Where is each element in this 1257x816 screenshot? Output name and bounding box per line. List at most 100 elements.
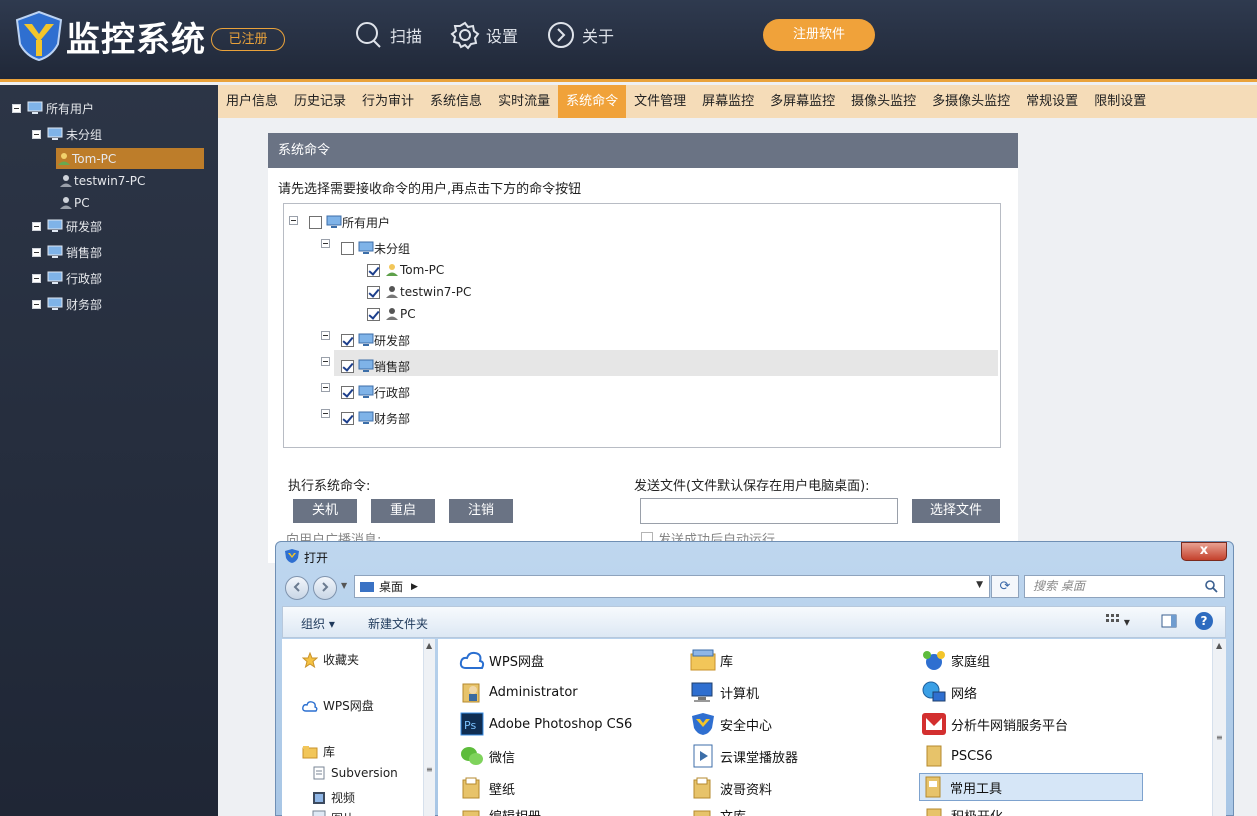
- about-button[interactable]: 关于: [546, 20, 614, 50]
- sidebar-group-admin[interactable]: 行政部: [32, 268, 102, 288]
- file-item-album[interactable]: 编辑相册: [459, 806, 541, 816]
- tab-restriction-settings[interactable]: 限制设置: [1086, 85, 1154, 118]
- scroll-grip-icon[interactable]: ≡: [426, 765, 433, 774]
- collapse-icon[interactable]: [12, 103, 21, 113]
- file-item-administrator[interactable]: Administrator: [459, 678, 578, 706]
- tree-finance-toggle[interactable]: [321, 403, 330, 423]
- nav-subversion[interactable]: Subversion: [312, 766, 398, 780]
- collapse-icon[interactable]: [321, 408, 330, 418]
- file-path-input[interactable]: [640, 498, 898, 524]
- sidebar-group-ungrouped[interactable]: 未分组: [32, 124, 102, 144]
- checkbox-rd[interactable]: [341, 333, 354, 347]
- file-scrollbar[interactable]: ▲ ≡: [1212, 639, 1226, 816]
- tab-system-command[interactable]: 系统命令: [558, 85, 627, 118]
- sidebar-root[interactable]: 所有用户: [12, 98, 94, 118]
- address-dropdown-icon[interactable]: ▼: [976, 580, 983, 590]
- address-bar[interactable]: 桌面 ▶ ▼: [354, 575, 990, 598]
- sidebar-user-pc[interactable]: PC: [58, 193, 90, 213]
- file-item-wallpaper[interactable]: 壁纸: [459, 774, 515, 802]
- file-item-photoshop[interactable]: Ps Adobe Photoshop CS6: [459, 710, 632, 738]
- sidebar-group-finance[interactable]: 财务部: [32, 294, 102, 314]
- checkbox-all-users[interactable]: [309, 215, 322, 229]
- tree-ungrouped-row[interactable]: 未分组: [341, 238, 410, 258]
- new-folder-button[interactable]: 新建文件夹: [368, 615, 428, 632]
- tree-admin-toggle[interactable]: [321, 377, 330, 397]
- tree-root[interactable]: [289, 210, 298, 230]
- back-button[interactable]: [285, 576, 309, 600]
- tree-user-testwin7-pc[interactable]: testwin7-PC: [367, 282, 471, 302]
- settings-button[interactable]: 设置: [450, 20, 518, 50]
- restart-button[interactable]: 重启: [371, 499, 435, 523]
- nav-favorites[interactable]: 收藏夹: [302, 651, 359, 668]
- collapse-icon[interactable]: [32, 247, 41, 257]
- shutdown-button[interactable]: 关机: [293, 499, 357, 523]
- organize-menu[interactable]: 组织 ▾: [301, 615, 335, 632]
- tab-system-info[interactable]: 系统信息: [422, 85, 490, 118]
- breadcrumb-chevron-icon[interactable]: ▶: [411, 582, 418, 592]
- scan-button[interactable]: 扫描: [354, 20, 422, 50]
- forward-button[interactable]: [313, 576, 337, 600]
- file-item-security-center[interactable]: 安全中心: [690, 710, 772, 738]
- nav-libraries[interactable]: 库: [302, 743, 335, 760]
- tab-multi-screen-monitor[interactable]: 多屏幕监控: [762, 85, 843, 118]
- tree-dept-admin[interactable]: 行政部: [341, 382, 410, 402]
- file-item-cloud-class-player[interactable]: 云课堂播放器: [690, 742, 798, 770]
- tree-ungrouped-toggle[interactable]: [321, 233, 330, 253]
- file-item-fenxiniu[interactable]: 分析牛网销服务平台: [921, 710, 1068, 738]
- tree-dept-rd[interactable]: 研发部: [341, 330, 410, 350]
- refresh-button[interactable]: ⟳: [991, 575, 1019, 598]
- nav-wps-cloud[interactable]: WPS网盘: [302, 697, 374, 714]
- checkbox-tom-pc[interactable]: [367, 263, 380, 277]
- tab-camera-monitor[interactable]: 摄像头监控: [843, 85, 924, 118]
- file-item-wps-cloud[interactable]: WPS网盘: [459, 646, 544, 674]
- collapse-icon[interactable]: [32, 221, 41, 231]
- file-item-jiji-kaihua[interactable]: 积极开化: [921, 806, 1003, 816]
- dialog-close-button[interactable]: x: [1181, 542, 1227, 561]
- collapse-icon[interactable]: [32, 129, 41, 139]
- tab-user-info[interactable]: 用户信息: [218, 85, 286, 118]
- tree-root-row[interactable]: 所有用户: [309, 212, 390, 232]
- file-item-wechat[interactable]: 微信: [459, 742, 515, 770]
- logoff-button[interactable]: 注销: [449, 499, 513, 523]
- tree-user-tom-pc[interactable]: Tom-PC: [367, 260, 444, 280]
- tree-user-pc[interactable]: PC: [367, 304, 416, 324]
- scroll-grip-icon[interactable]: ≡: [1216, 733, 1223, 742]
- view-options-button[interactable]: ▾: [1106, 614, 1130, 629]
- tab-realtime-traffic[interactable]: 实时流量: [490, 85, 558, 118]
- sidebar-group-sales[interactable]: 销售部: [32, 242, 102, 262]
- collapse-icon[interactable]: [289, 215, 298, 225]
- file-item-network[interactable]: 网络: [921, 678, 977, 706]
- tab-multi-camera-monitor[interactable]: 多摄像头监控: [924, 85, 1018, 118]
- tab-file-management[interactable]: 文件管理: [626, 85, 694, 118]
- tree-sales-toggle[interactable]: [321, 351, 330, 371]
- tab-general-settings[interactable]: 常规设置: [1018, 85, 1086, 118]
- file-item-library[interactable]: 库: [690, 646, 733, 674]
- tab-history[interactable]: 历史记录: [286, 85, 354, 118]
- checkbox-sales[interactable]: [341, 359, 354, 373]
- history-dropdown-icon[interactable]: ▼: [341, 581, 347, 590]
- collapse-icon[interactable]: [321, 238, 330, 248]
- collapse-icon[interactable]: [321, 356, 330, 366]
- collapse-icon[interactable]: [32, 299, 41, 309]
- tree-dept-finance[interactable]: 财务部: [341, 408, 410, 428]
- checkbox-pc[interactable]: [367, 307, 380, 321]
- collapse-icon[interactable]: [32, 273, 41, 283]
- nav-pictures[interactable]: 图片: [312, 810, 355, 816]
- file-item-computer[interactable]: 计算机: [690, 678, 759, 706]
- tree-dept-sales[interactable]: 销售部: [341, 356, 410, 376]
- choose-file-button[interactable]: 选择文件: [912, 499, 1000, 523]
- search-input[interactable]: 搜索 桌面: [1024, 575, 1225, 598]
- checkbox-admin[interactable]: [341, 385, 354, 399]
- help-icon[interactable]: ?: [1195, 612, 1213, 630]
- register-software-button[interactable]: 注册软件: [763, 19, 875, 51]
- nav-videos[interactable]: 视频: [312, 789, 355, 806]
- file-item-wenku[interactable]: 文库: [690, 806, 746, 816]
- checkbox-ungrouped[interactable]: [341, 241, 354, 255]
- tab-screen-monitor[interactable]: 屏幕监控: [694, 85, 762, 118]
- file-item-bogo-data[interactable]: 波哥资料: [690, 774, 772, 802]
- checkbox-finance[interactable]: [341, 411, 354, 425]
- sidebar-group-rd[interactable]: 研发部: [32, 216, 102, 236]
- tree-rd-toggle[interactable]: [321, 325, 330, 345]
- file-item-homegroup[interactable]: 家庭组: [921, 646, 990, 674]
- tab-behavior-audit[interactable]: 行为审计: [354, 85, 422, 118]
